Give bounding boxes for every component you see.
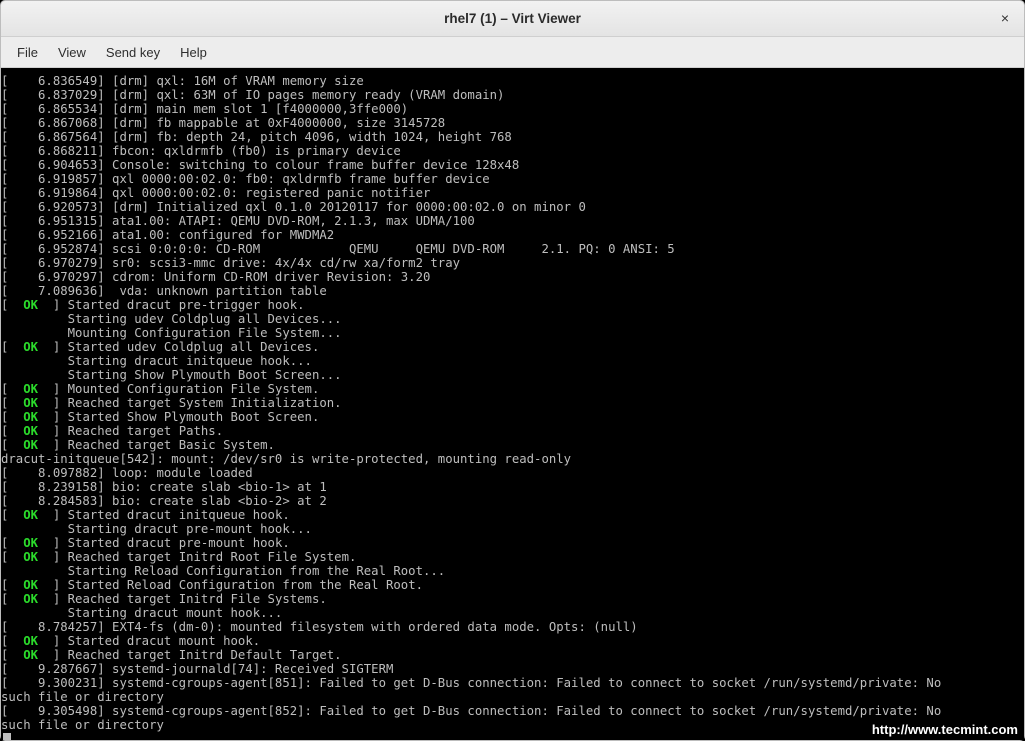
console-line: [ 8.097882] loop: module loaded bbox=[1, 466, 1024, 480]
console-line: [ 6.919857] qxl 0000:00:02.0: fb0: qxldr… bbox=[1, 172, 1024, 186]
menu-sendkey[interactable]: Send key bbox=[96, 40, 170, 65]
console-line: [ 7.089636] vda: unknown partition table bbox=[1, 284, 1024, 298]
console-line: [ 6.865534] [drm] main mem slot 1 [f4000… bbox=[1, 102, 1024, 116]
console-line: [ OK ] Reached target Paths. bbox=[1, 424, 1024, 438]
console-line: [ 6.920573] [drm] Initialized qxl 0.1.0 … bbox=[1, 200, 1024, 214]
virt-viewer-window: rhel7 (1) – Virt Viewer × File View Send… bbox=[0, 0, 1025, 741]
menu-view[interactable]: View bbox=[48, 40, 96, 65]
console-line: [ 6.970297] cdrom: Uniform CD-ROM driver… bbox=[1, 270, 1024, 284]
status-ok: OK bbox=[23, 550, 38, 564]
console-line: Starting Reload Configuration from the R… bbox=[1, 564, 1024, 578]
console-line: such file or directory bbox=[1, 690, 1024, 704]
status-ok: OK bbox=[23, 592, 38, 606]
status-ok: OK bbox=[23, 578, 38, 592]
console-line: [ 6.904653] Console: switching to colour… bbox=[1, 158, 1024, 172]
console-line: Mounting Configuration File System... bbox=[1, 326, 1024, 340]
console-line: [ 8.239158] bio: create slab <bio-1> at … bbox=[1, 480, 1024, 494]
menu-help[interactable]: Help bbox=[170, 40, 217, 65]
console-line: [ OK ] Started dracut pre-mount hook. bbox=[1, 536, 1024, 550]
console-line: [ 6.867068] [drm] fb mappable at 0xF4000… bbox=[1, 116, 1024, 130]
status-ok: OK bbox=[23, 340, 38, 354]
status-ok: OK bbox=[23, 298, 38, 312]
cursor-icon bbox=[3, 733, 11, 740]
window-title: rhel7 (1) – Virt Viewer bbox=[444, 11, 581, 26]
console-line: [ 6.919864] qxl 0000:00:02.0: registered… bbox=[1, 186, 1024, 200]
console-line: [ OK ] Started Show Plymouth Boot Screen… bbox=[1, 410, 1024, 424]
status-ok: OK bbox=[23, 536, 38, 550]
console-line: [ OK ] Started udev Coldplug all Devices… bbox=[1, 340, 1024, 354]
menu-file[interactable]: File bbox=[7, 40, 48, 65]
console-line: dracut-initqueue[542]: mount: /dev/sr0 i… bbox=[1, 452, 1024, 466]
status-ok: OK bbox=[23, 508, 38, 522]
console-line: such file or directory bbox=[1, 718, 1024, 732]
console-line: [ 6.951315] ata1.00: ATAPI: QEMU DVD-ROM… bbox=[1, 214, 1024, 228]
console-line: [ OK ] Started dracut mount hook. bbox=[1, 634, 1024, 648]
console-line: [ 6.867564] [drm] fb: depth 24, pitch 40… bbox=[1, 130, 1024, 144]
console-line: [ OK ] Reached target Initrd Root File S… bbox=[1, 550, 1024, 564]
console-line: [ 6.952874] scsi 0:0:0:0: CD-ROM QEMU QE… bbox=[1, 242, 1024, 256]
console-line: [ 6.868211] fbcon: qxldrmfb (fb0) is pri… bbox=[1, 144, 1024, 158]
console-line: [ 8.784257] EXT4-fs (dm-0): mounted file… bbox=[1, 620, 1024, 634]
menubar: File View Send key Help bbox=[1, 37, 1024, 68]
titlebar[interactable]: rhel7 (1) – Virt Viewer × bbox=[1, 1, 1024, 37]
status-ok: OK bbox=[23, 410, 38, 424]
console-line: [ OK ] Mounted Configuration File System… bbox=[1, 382, 1024, 396]
console-line: [ 6.837029] [drm] qxl: 63M of IO pages m… bbox=[1, 88, 1024, 102]
console-line: [ OK ] Started dracut pre-trigger hook. bbox=[1, 298, 1024, 312]
console-line: [ OK ] Reached target Initrd File System… bbox=[1, 592, 1024, 606]
console-line: [ 6.836549] [drm] qxl: 16M of VRAM memor… bbox=[1, 74, 1024, 88]
console-line: [ 9.287667] systemd-journald[74]: Receiv… bbox=[1, 662, 1024, 676]
console-line: [ OK ] Started Reload Configuration from… bbox=[1, 578, 1024, 592]
console-cursor-line bbox=[1, 732, 1024, 740]
console-line: [ OK ] Reached target System Initializat… bbox=[1, 396, 1024, 410]
vm-console[interactable]: [ 6.836549] [drm] qxl: 16M of VRAM memor… bbox=[1, 68, 1024, 740]
close-icon[interactable]: × bbox=[996, 9, 1014, 27]
status-ok: OK bbox=[23, 438, 38, 452]
console-line: [ 9.305498] systemd-cgroups-agent[852]: … bbox=[1, 704, 1024, 718]
status-ok: OK bbox=[23, 634, 38, 648]
status-ok: OK bbox=[23, 648, 38, 662]
console-line: [ 6.970279] sr0: scsi3-mmc drive: 4x/4x … bbox=[1, 256, 1024, 270]
watermark: http://www.tecmint.com bbox=[872, 722, 1018, 737]
console-line: [ 6.952166] ata1.00: configured for MWDM… bbox=[1, 228, 1024, 242]
console-line: [ 8.284583] bio: create slab <bio-2> at … bbox=[1, 494, 1024, 508]
console-line: Starting dracut pre-mount hook... bbox=[1, 522, 1024, 536]
console-line: [ OK ] Reached target Basic System. bbox=[1, 438, 1024, 452]
console-line: [ OK ] Reached target Initrd Default Tar… bbox=[1, 648, 1024, 662]
console-line: Starting dracut mount hook... bbox=[1, 606, 1024, 620]
console-line: Starting udev Coldplug all Devices... bbox=[1, 312, 1024, 326]
status-ok: OK bbox=[23, 396, 38, 410]
console-line: [ 9.300231] systemd-cgroups-agent[851]: … bbox=[1, 676, 1024, 690]
status-ok: OK bbox=[23, 382, 38, 396]
console-line: Starting Show Plymouth Boot Screen... bbox=[1, 368, 1024, 382]
status-ok: OK bbox=[23, 424, 38, 438]
console-line: [ OK ] Started dracut initqueue hook. bbox=[1, 508, 1024, 522]
console-line: Starting dracut initqueue hook... bbox=[1, 354, 1024, 368]
